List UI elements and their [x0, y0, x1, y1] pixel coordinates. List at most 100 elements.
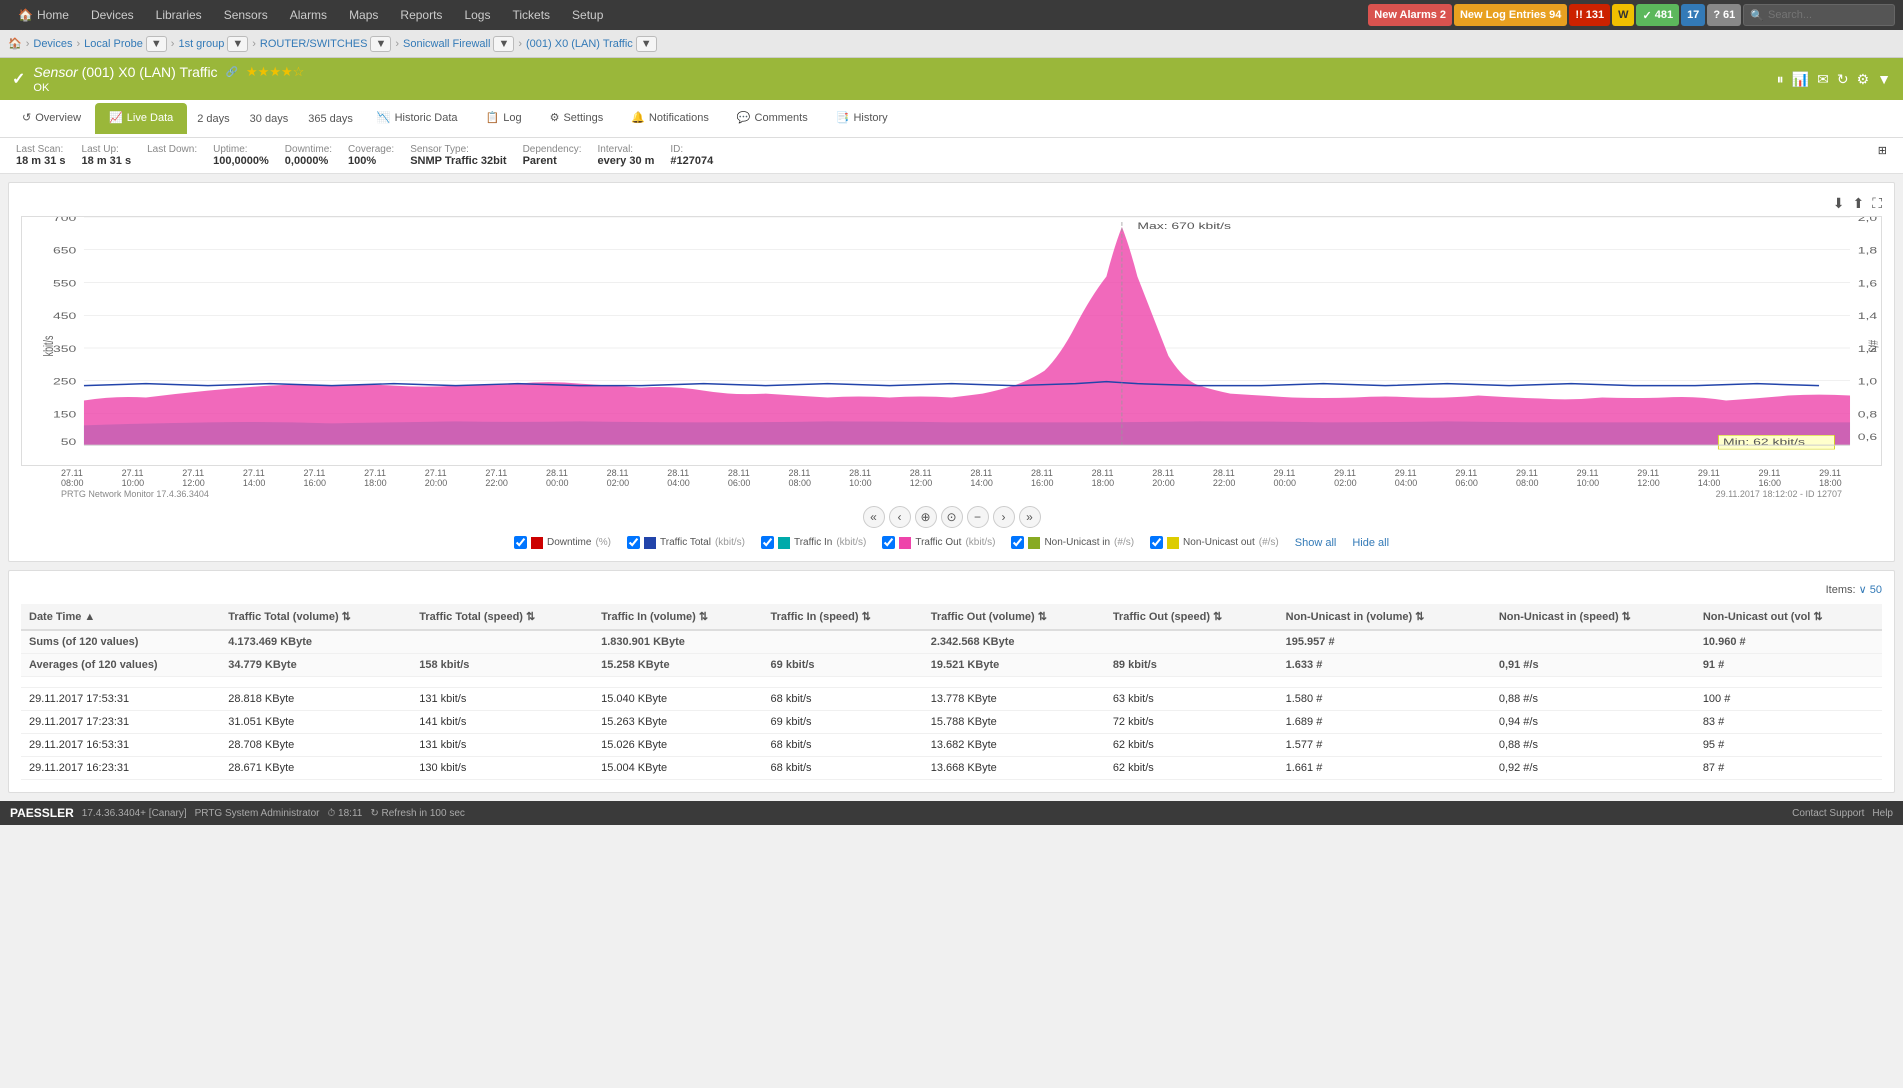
help-link[interactable]: Help [1872, 808, 1893, 819]
row-datetime: 29.11.2017 17:53:31 [21, 688, 220, 711]
coverage-value: 100% [348, 155, 394, 167]
more-icon[interactable]: ▼ [1877, 71, 1891, 87]
firewall-dropdown-icon[interactable]: ▼ [493, 36, 514, 52]
home-icon: 🏠 [18, 8, 33, 22]
breadcrumb-home-icon[interactable]: 🏠 [8, 37, 22, 50]
svg-text:1,0: 1,0 [1858, 377, 1878, 387]
last-scan-label: Last Scan: [16, 144, 66, 155]
pause-icon[interactable]: ⏸ [1777, 71, 1784, 88]
chart-nav-last[interactable]: » [1019, 506, 1041, 528]
breadcrumb-sep2: › [77, 38, 81, 50]
non-unicast-out-checkbox[interactable] [1150, 536, 1163, 549]
nav-devices[interactable]: Devices [81, 0, 144, 30]
footer-right: Contact Support Help [1792, 808, 1893, 819]
tab-settings[interactable]: ⚙ Settings [536, 103, 618, 134]
avg-nu-in-spd: 0,91 #/s [1491, 654, 1695, 677]
col-nu-out-vol[interactable]: Non-Unicast out (vol ⇅ [1695, 604, 1882, 630]
chart-nav-first[interactable]: « [863, 506, 885, 528]
tab-notifications[interactable]: 🔔 Notifications [617, 103, 723, 134]
chart-icon[interactable]: 📊 [1792, 71, 1809, 88]
sums-to-vol: 2.342.568 KByte [923, 630, 1105, 654]
chart-nav-zoom-out[interactable]: − [967, 506, 989, 528]
row-to-vol: 15.788 KByte [923, 711, 1105, 734]
warning-button[interactable]: W [1612, 4, 1634, 26]
search-input[interactable] [1768, 9, 1888, 21]
sensor-header-actions: ⏸ 📊 ✉ ↻ ⚙ ▼ [1777, 71, 1891, 88]
traffic-out-checkbox[interactable] [882, 536, 895, 549]
gray-count-button[interactable]: ? 61 [1707, 4, 1741, 26]
grid-icon[interactable]: ⊞ [1878, 144, 1887, 167]
breadcrumb-probe[interactable]: Local Probe ▼ [84, 36, 167, 52]
sums-ti-spd [763, 630, 923, 654]
tab-comments[interactable]: 💬 Comments [723, 103, 822, 134]
nav-libraries[interactable]: Libraries [146, 0, 212, 30]
contact-support-link[interactable]: Contact Support [1792, 808, 1864, 819]
traffic-in-checkbox[interactable] [761, 536, 774, 549]
nav-home[interactable]: 🏠 Home [8, 0, 79, 30]
row-to-spd: 63 kbit/s [1105, 688, 1278, 711]
hide-all-link[interactable]: Hide all [1352, 537, 1389, 549]
expand-icon[interactable]: ⛶ [1872, 195, 1882, 212]
downtime-checkbox[interactable] [514, 536, 527, 549]
col-tt-spd[interactable]: Traffic Total (speed) ⇅ [411, 604, 593, 630]
col-ti-vol[interactable]: Traffic In (volume) ⇅ [593, 604, 762, 630]
settings-icon[interactable]: ⚙ [1857, 71, 1870, 88]
traffic-total-checkbox[interactable] [627, 536, 640, 549]
email-icon[interactable]: ✉ [1817, 71, 1829, 88]
chart-nav-zoom-in[interactable]: ⊕ [915, 506, 937, 528]
sensor-stars[interactable]: ★★★★☆ [246, 64, 304, 80]
download-icon[interactable]: ⬇ [1833, 195, 1845, 212]
nav-setup[interactable]: Setup [562, 0, 613, 30]
nav-sensors[interactable]: Sensors [214, 0, 278, 30]
row-nu-in-spd: 0,88 #/s [1491, 688, 1695, 711]
col-to-vol[interactable]: Traffic Out (volume) ⇅ [923, 604, 1105, 630]
nav-logs[interactable]: Logs [454, 0, 500, 30]
tab-overview[interactable]: ↺ Overview [8, 103, 95, 134]
nav-reports[interactable]: Reports [390, 0, 452, 30]
upload-icon[interactable]: ⬆ [1852, 195, 1864, 212]
col-nu-in-vol[interactable]: Non-Unicast in (volume) ⇅ [1278, 604, 1491, 630]
router-dropdown-icon[interactable]: ▼ [370, 36, 391, 52]
exclamation-button[interactable]: !! 131 [1569, 4, 1610, 26]
green-count-button[interactable]: ✓ 481 [1636, 4, 1679, 26]
breadcrumb-sep: › [26, 38, 30, 50]
search-box[interactable]: 🔍 [1743, 4, 1895, 26]
svg-text:250: 250 [53, 377, 77, 387]
new-alarms-button[interactable]: New Alarms 2 [1368, 4, 1452, 26]
refresh-icon[interactable]: ↻ [1837, 71, 1849, 88]
nav-alarms[interactable]: Alarms [280, 0, 337, 30]
col-datetime[interactable]: Date Time ▲ [21, 604, 220, 630]
tab-live-data[interactable]: 📈 Live Data [95, 103, 187, 134]
breadcrumb-devices[interactable]: Devices [33, 38, 72, 50]
chart-nav-zoom-fit[interactable]: ⊙ [941, 506, 963, 528]
tab-365days[interactable]: 365 days [298, 105, 363, 133]
non-unicast-in-checkbox[interactable] [1011, 536, 1024, 549]
blue-count-button[interactable]: 17 [1681, 4, 1705, 26]
nav-maps[interactable]: Maps [339, 0, 388, 30]
show-all-link[interactable]: Show all [1295, 537, 1337, 549]
col-tt-vol[interactable]: Traffic Total (volume) ⇅ [220, 604, 411, 630]
sensor-dropdown-icon[interactable]: ▼ [636, 36, 657, 52]
group-dropdown-icon[interactable]: ▼ [227, 36, 248, 52]
col-nu-in-spd[interactable]: Non-Unicast in (speed) ⇅ [1491, 604, 1695, 630]
tab-historic[interactable]: 📉 Historic Data [363, 103, 472, 134]
tab-30days[interactable]: 30 days [240, 105, 299, 133]
tab-2days[interactable]: 2 days [187, 105, 239, 133]
col-ti-spd[interactable]: Traffic In (speed) ⇅ [763, 604, 923, 630]
breadcrumb-sensor[interactable]: (001) X0 (LAN) Traffic ▼ [526, 36, 657, 52]
new-log-entries-button[interactable]: New Log Entries 94 [1454, 4, 1567, 26]
probe-dropdown-icon[interactable]: ▼ [146, 36, 167, 52]
tab-log[interactable]: 📋 Log [472, 103, 536, 134]
col-to-spd[interactable]: Traffic Out (speed) ⇅ [1105, 604, 1278, 630]
footer-refresh[interactable]: ↻ Refresh in 100 sec [370, 808, 465, 819]
nav-tickets[interactable]: Tickets [502, 0, 560, 30]
live-data-icon: 📈 [109, 111, 123, 124]
chart-nav-prev[interactable]: ‹ [889, 506, 911, 528]
chart-nav-next[interactable]: › [993, 506, 1015, 528]
breadcrumb-router[interactable]: ROUTER/SWITCHES ▼ [260, 36, 391, 52]
tab-history[interactable]: 📑 History [822, 103, 902, 134]
breadcrumb-firewall[interactable]: Sonicwall Firewall ▼ [403, 36, 514, 52]
breadcrumb-group[interactable]: 1st group ▼ [178, 36, 248, 52]
sensor-ext-icon[interactable]: 🔗 [226, 67, 238, 78]
items-count-dropdown[interactable]: ∨ 50 [1859, 584, 1882, 596]
